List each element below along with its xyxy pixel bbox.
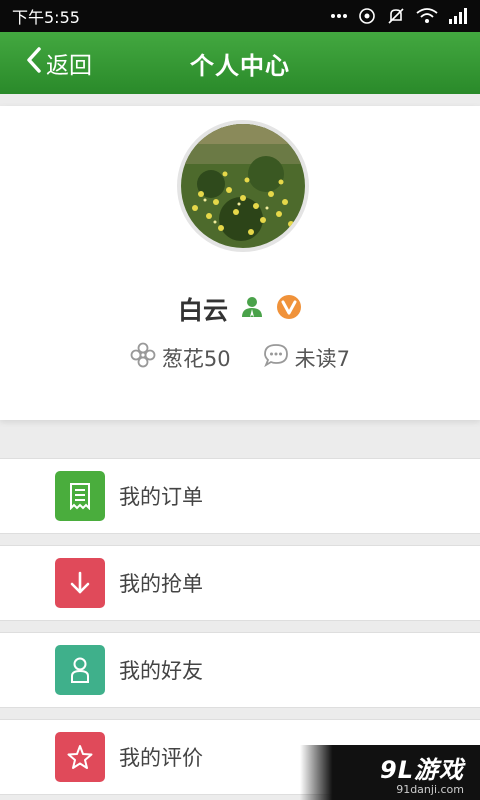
unread-stat[interactable]: 未读7 (263, 342, 350, 373)
menu-label-reviews: 我的评价 (119, 746, 203, 770)
location-icon (358, 7, 376, 25)
points-label: 葱花50 (161, 346, 231, 371)
profile-card: 白云 葱花50 未读7 (0, 106, 480, 420)
status-time: 下午5:55 (12, 8, 80, 27)
menu-item-orders[interactable]: 我的订单 (0, 458, 480, 534)
wifi-icon (416, 8, 438, 24)
menu-label-friends: 我的好友 (119, 659, 203, 683)
unread-label: 未读7 (294, 346, 351, 371)
status-icons (330, 6, 468, 26)
person-icon (55, 645, 105, 695)
avatar[interactable] (177, 120, 309, 252)
stats-row: 葱花50 未读7 (0, 342, 480, 373)
mute-icon (386, 6, 406, 26)
chat-bubble-icon (263, 342, 289, 373)
chevron-left-icon (26, 47, 42, 79)
vip-badge-icon (276, 294, 302, 324)
menu-item-grab-orders[interactable]: 我的抢单 (0, 545, 480, 621)
menu-label-grab-orders: 我的抢单 (119, 572, 203, 596)
user-name: 白云 (177, 296, 228, 325)
dots-icon (330, 13, 348, 19)
app-header: 返回 个人中心 (0, 32, 480, 94)
back-button[interactable]: 返回 (26, 32, 92, 94)
back-label: 返回 (46, 53, 92, 79)
menu-label-orders: 我的订单 (119, 485, 203, 509)
watermark-sub: 91danji.com (396, 782, 464, 796)
name-row: 白云 (0, 291, 480, 327)
watermark-logo: 9L游戏 91danji.com (300, 745, 480, 800)
arrow-down-icon (55, 558, 105, 608)
receipt-icon (55, 471, 105, 521)
status-bar: 下午5:55 (0, 0, 480, 32)
watermark-main: 9L游戏 (380, 755, 464, 784)
user-verified-icon (240, 295, 264, 323)
star-icon (55, 732, 105, 782)
flower-icon (130, 342, 156, 373)
menu-item-friends[interactable]: 我的好友 (0, 632, 480, 708)
signal-icon (448, 8, 468, 24)
points-stat[interactable]: 葱花50 (130, 342, 231, 373)
